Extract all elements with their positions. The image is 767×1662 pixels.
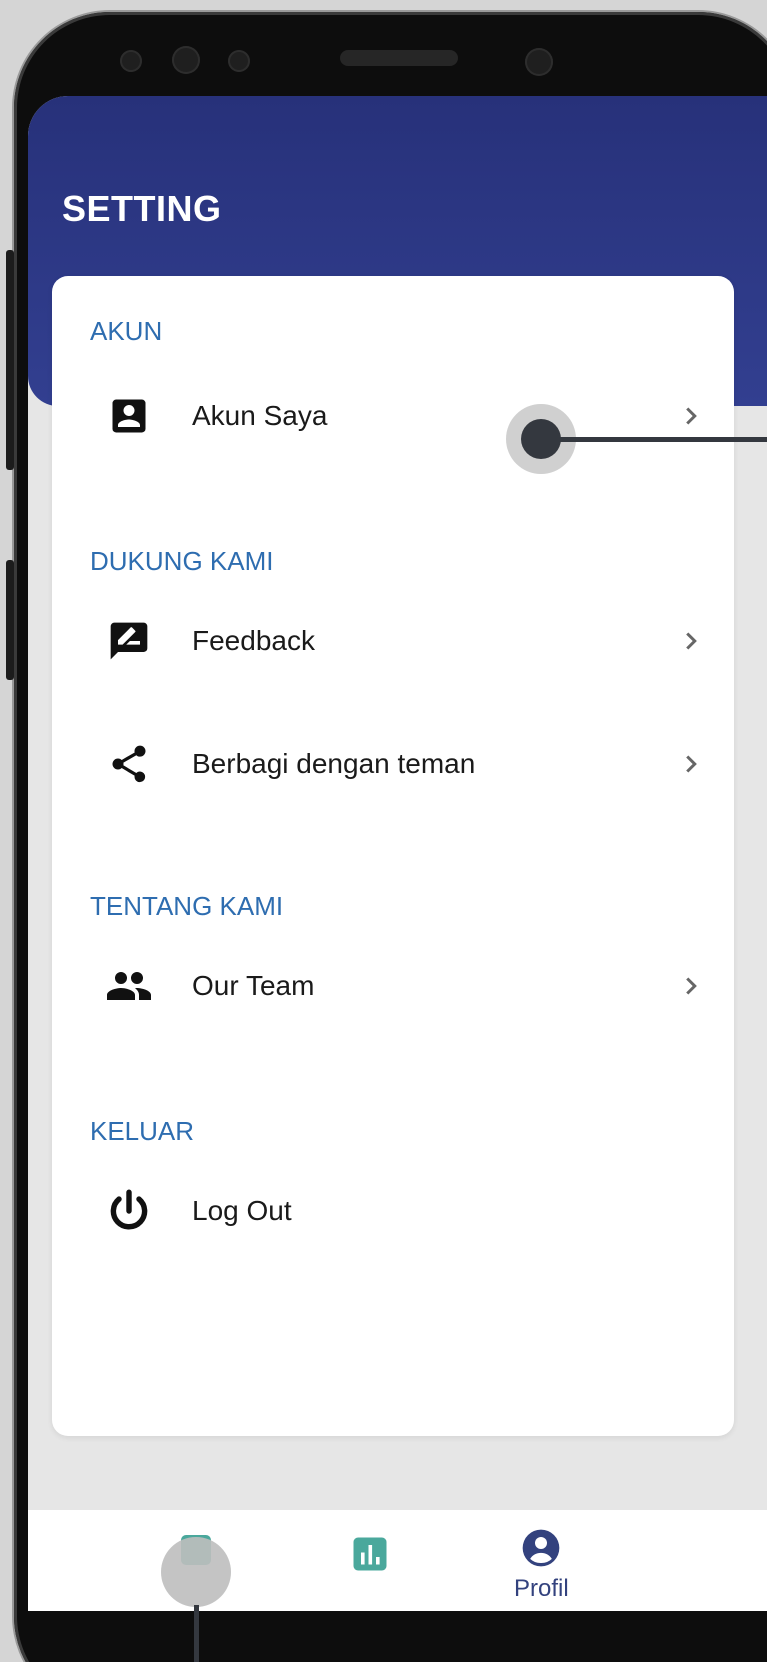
settings-item-berbagi[interactable]: Berbagi dengan teman	[52, 719, 734, 809]
bixby-button	[6, 560, 14, 680]
section-label-tentang-kami: TENTANG KAMI	[90, 891, 284, 921]
settings-item-label: Log Out	[192, 1195, 292, 1226]
sensor-icon	[120, 50, 142, 72]
front-camera-icon	[525, 48, 553, 76]
chevron-right-icon	[676, 749, 706, 779]
chevron-right-icon	[676, 626, 706, 656]
profile-icon	[521, 1528, 561, 1573]
nav-profil[interactable]: Profil	[514, 1528, 569, 1603]
group-icon	[104, 961, 154, 1011]
chevron-right-icon	[676, 401, 706, 431]
section-label-dukung-kami: DUKUNG KAMI	[90, 546, 274, 576]
speaker-grille	[340, 50, 458, 66]
pointer-line	[194, 1605, 199, 1662]
settings-item-akun-saya[interactable]: Akun Saya	[52, 371, 734, 461]
touch-indicator	[161, 1537, 231, 1607]
nav-statistics[interactable]	[352, 1536, 388, 1577]
bottom-navigation: Profil	[28, 1510, 767, 1611]
nav-label: Profil	[514, 1575, 569, 1602]
sensor-icon	[172, 46, 200, 74]
settings-item-label: Akun Saya	[192, 400, 328, 431]
settings-item-label: Berbagi dengan teman	[192, 748, 476, 779]
settings-item-label: Our Team	[192, 970, 315, 1001]
share-icon	[104, 739, 154, 789]
account-box-icon	[104, 391, 154, 441]
power-icon	[104, 1186, 154, 1236]
volume-button	[6, 250, 14, 470]
settings-card: AKUN Akun Saya DUKUNG KAMI Feedback Berb…	[52, 276, 734, 1436]
settings-item-log-out[interactable]: Log Out	[52, 1166, 734, 1256]
section-label-akun: AKUN	[90, 316, 163, 346]
app-screen: SETTING AKUN Akun Saya DUKUNG KAMI Feedb…	[28, 96, 767, 1611]
section-label-keluar: KELUAR	[90, 1116, 195, 1146]
chart-icon	[352, 1536, 388, 1577]
settings-item-our-team[interactable]: Our Team	[52, 941, 734, 1031]
page-title: SETTING	[62, 188, 222, 229]
chevron-right-icon	[676, 971, 706, 1001]
feedback-icon	[104, 616, 154, 666]
settings-item-label: Feedback	[192, 625, 315, 656]
sensor-icon	[228, 50, 250, 72]
settings-item-feedback[interactable]: Feedback	[52, 596, 734, 686]
pointer-line	[541, 437, 767, 442]
